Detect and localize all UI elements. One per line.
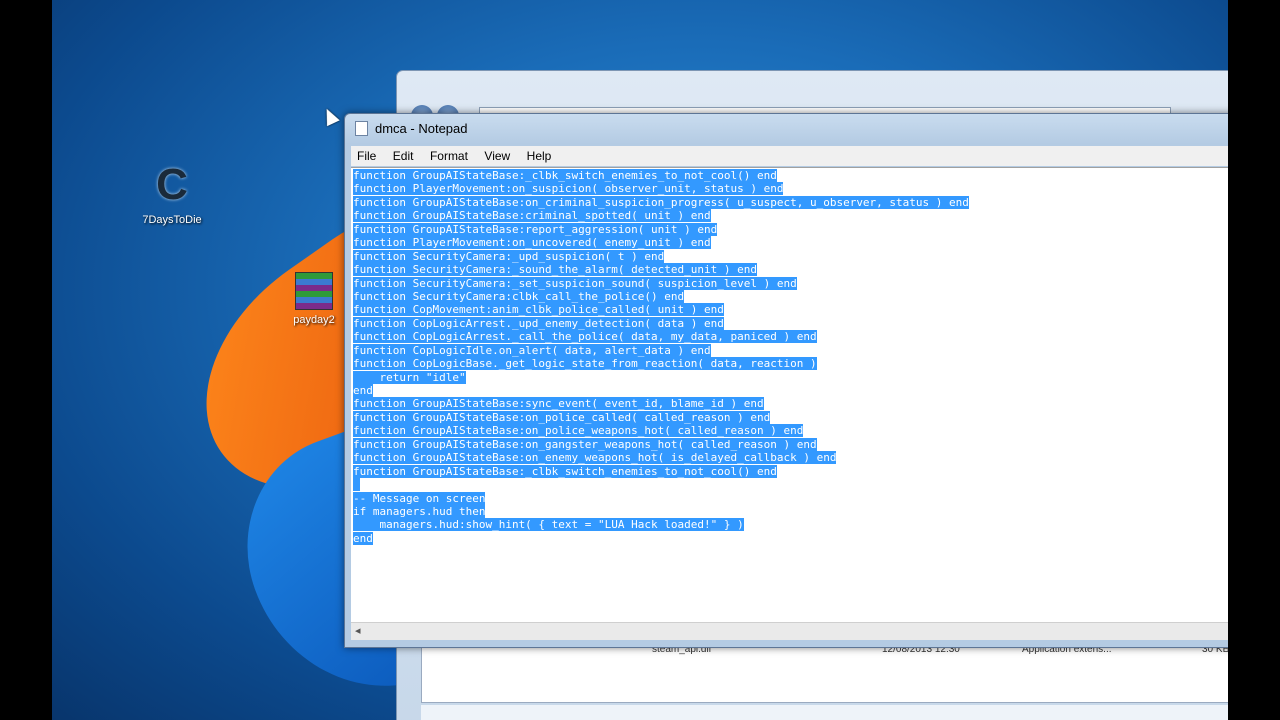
- code-line: function CopLogicIdle.on_alert( data, al…: [353, 343, 969, 357]
- selected-text: function GroupAIStateBase:criminal_spott…: [353, 209, 711, 223]
- code-line: if managers.hud then: [353, 504, 969, 518]
- selected-text: function CopLogicBase._get_logic_state_f…: [353, 357, 817, 371]
- menu-format[interactable]: Format: [424, 146, 474, 166]
- selected-text: function CopLogicArrest._upd_enemy_detec…: [353, 316, 724, 330]
- selected-text: function SecurityCamera:clbk_call_the_po…: [353, 289, 685, 303]
- code-line: end: [353, 531, 969, 545]
- code-line: function SecurityCamera:_sound_the_alarm…: [353, 263, 969, 277]
- code-line: function GroupAIStateBase:sync_event( ev…: [353, 397, 969, 411]
- code-line: function SecurityCamera:_upd_suspicion( …: [353, 249, 969, 263]
- selected-text: return "idle": [353, 370, 466, 384]
- selected-text: function GroupAIStateBase:on_criminal_su…: [353, 195, 969, 209]
- desktop-icon-payday2[interactable]: payday2: [284, 272, 344, 326]
- selected-text: function SecurityCamera:_upd_suspicion( …: [353, 249, 665, 263]
- code-line: function GroupAIStateBase:on_police_call…: [353, 410, 969, 424]
- menu-view[interactable]: View: [478, 146, 516, 166]
- selected-text: function PlayerMovement:on_uncovered( en…: [353, 236, 711, 250]
- code-line: function SecurityCamera:clbk_call_the_po…: [353, 289, 969, 303]
- file-list[interactable]: steam_api.dll 12/08/2013 12:30 Applicati…: [421, 641, 1228, 703]
- notepad-window[interactable]: dmca - Notepad File Edit Format View Hel…: [344, 113, 1228, 648]
- selected-text: function GroupAIStateBase:_clbk_switch_e…: [353, 464, 777, 478]
- selected-text: function CopLogicArrest._call_the_police…: [353, 330, 817, 344]
- window-title: dmca - Notepad: [375, 121, 468, 136]
- desktop: C 7DaysToDie payday2 Computer ▸ Local Di…: [52, 0, 1228, 720]
- notepad-icon: [355, 121, 368, 136]
- selected-text: managers.hud:show_hint( { text = "LUA Ha…: [353, 518, 744, 532]
- code-line: function GroupAIStateBase:_clbk_switch_e…: [353, 464, 969, 478]
- selected-text: end: [353, 531, 373, 545]
- code-line: function GroupAIStateBase:on_police_weap…: [353, 424, 969, 438]
- code-line: function GroupAIStateBase:on_criminal_su…: [353, 195, 969, 209]
- code-line: function CopLogicBase._get_logic_state_f…: [353, 357, 969, 371]
- code-line: function CopLogicArrest._upd_enemy_detec…: [353, 316, 969, 330]
- selected-text: function GroupAIStateBase:report_aggress…: [353, 222, 718, 236]
- status-bar: [421, 705, 1228, 720]
- code-line: function PlayerMovement:on_suspicion( ob…: [353, 182, 969, 196]
- menu-file[interactable]: File: [351, 146, 382, 166]
- code-line: function GroupAIStateBase:criminal_spott…: [353, 209, 969, 223]
- cheat-engine-icon: C: [156, 160, 188, 209]
- desktop-icon-label: 7DaysToDie: [142, 214, 202, 226]
- winrar-archive-icon: [295, 272, 333, 310]
- selected-text: function CopLogicIdle.on_alert( data, al…: [353, 343, 711, 357]
- code-line: function GroupAIStateBase:_clbk_switch_e…: [353, 169, 969, 182]
- selected-text: function GroupAIStateBase:on_police_weap…: [353, 424, 804, 438]
- selected-text: -- Message on screen: [353, 491, 486, 505]
- selected-text: function GroupAIStateBase:_clbk_switch_e…: [353, 169, 777, 182]
- code-line: managers.hud:show_hint( { text = "LUA Ha…: [353, 518, 969, 532]
- selected-text: end: [353, 384, 373, 397]
- code-line: function PlayerMovement:on_uncovered( en…: [353, 236, 969, 250]
- selected-text: function GroupAIStateBase:sync_event( ev…: [353, 397, 764, 411]
- menu-help[interactable]: Help: [521, 146, 558, 166]
- horizontal-scrollbar[interactable]: ◂: [351, 622, 1228, 640]
- selected-text: function GroupAIStateBase:on_enemy_weapo…: [353, 451, 837, 465]
- selected-text: function PlayerMovement:on_suspicion( ob…: [353, 182, 784, 196]
- scroll-left-icon[interactable]: ◂: [355, 623, 361, 640]
- menu-edit[interactable]: Edit: [387, 146, 420, 166]
- code-line: [353, 478, 969, 492]
- selected-text: function CopMovement:anim_clbk_police_ca…: [353, 303, 724, 317]
- code-line: end: [353, 384, 969, 397]
- selected-text: function GroupAIStateBase:on_police_call…: [353, 410, 771, 424]
- code-line: function CopLogicArrest._call_the_police…: [353, 330, 969, 344]
- code-line: function GroupAIStateBase:on_enemy_weapo…: [353, 451, 969, 465]
- menu-bar: File Edit Format View Help: [351, 146, 1228, 166]
- code-line: function GroupAIStateBase:on_gangster_we…: [353, 437, 969, 451]
- code-lines: function GroupAIStateBase:_clbk_switch_e…: [353, 169, 969, 545]
- selected-text: function GroupAIStateBase:on_gangster_we…: [353, 437, 817, 451]
- desktop-icon-7daystodie[interactable]: C 7DaysToDie: [127, 160, 217, 226]
- desktop-icon-label: payday2: [293, 314, 335, 326]
- code-line: function GroupAIStateBase:report_aggress…: [353, 222, 969, 236]
- selected-text: function SecurityCamera:_sound_the_alarm…: [353, 263, 757, 277]
- text-editor[interactable]: function GroupAIStateBase:_clbk_switch_e…: [351, 167, 1228, 623]
- code-line: function CopMovement:anim_clbk_police_ca…: [353, 303, 969, 317]
- code-line: return "idle": [353, 370, 969, 384]
- code-line: function SecurityCamera:_set_suspicion_s…: [353, 276, 969, 290]
- selected-text: [353, 478, 360, 492]
- selected-text: if managers.hud then: [353, 504, 486, 518]
- code-line: -- Message on screen: [353, 491, 969, 505]
- selected-text: function SecurityCamera:_set_suspicion_s…: [353, 276, 797, 290]
